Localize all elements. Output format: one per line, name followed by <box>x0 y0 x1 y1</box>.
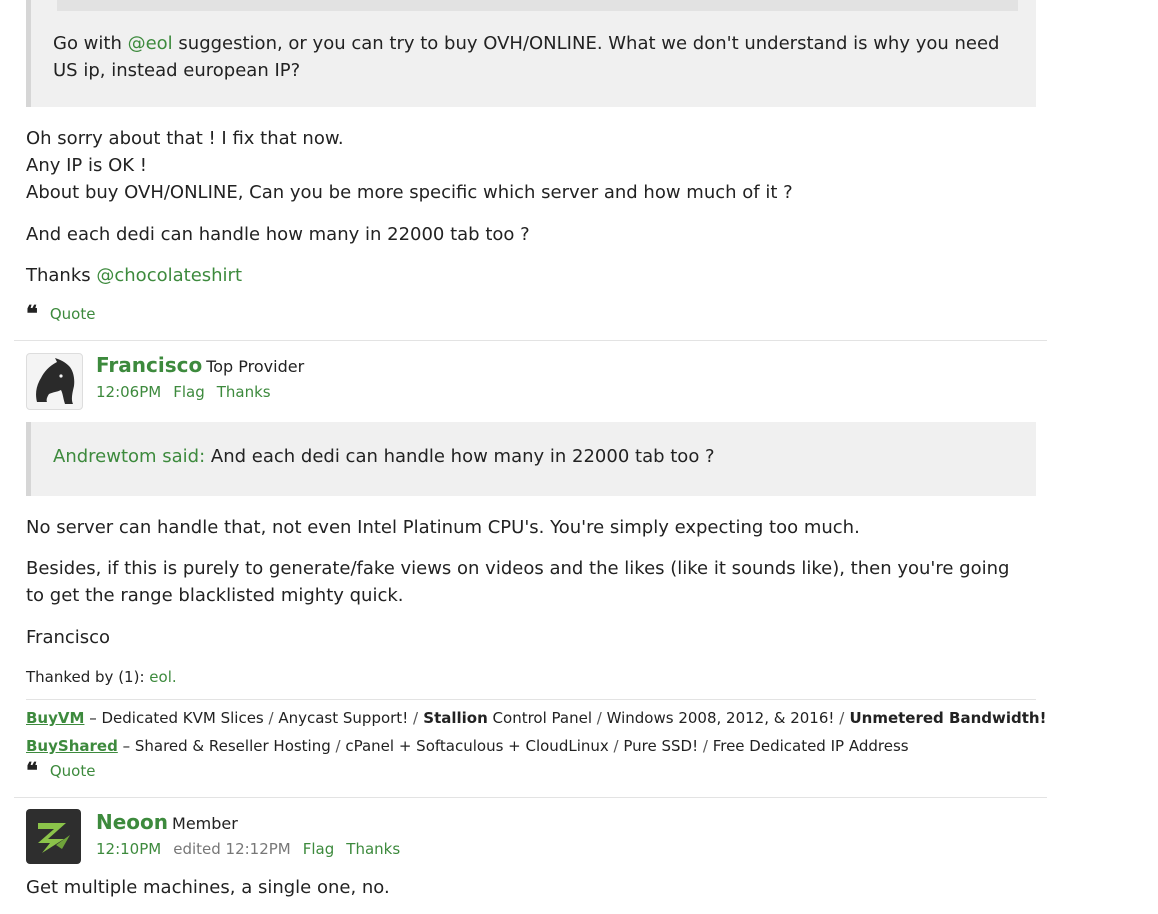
post1-quote-button[interactable]: ❝ Quote <box>26 301 96 327</box>
thanks-link[interactable]: Thanks <box>346 840 400 858</box>
post3-para-1: Get multiple machines, a single one, no. <box>26 877 390 898</box>
blockquote-andrewtom: Andrewtom said: And each dedi can handle… <box>26 422 1036 496</box>
blockquote-text: Andrewtom said: And each dedi can handle… <box>53 446 715 467</box>
author-name[interactable]: Neoon <box>96 810 168 834</box>
blockquote-top: Go with @eol suggestion, or you can try … <box>26 0 1036 107</box>
quote-icon: ❝ <box>26 301 38 327</box>
nested-quote-bar <box>57 0 1018 11</box>
signature-line-1: BuyVM – Dedicated KVM Slices / Anycast S… <box>26 709 1046 727</box>
post-time[interactable]: 12:10PM <box>96 840 161 858</box>
neoon-avatar[interactable] <box>26 809 81 864</box>
author-role: Member <box>172 814 238 833</box>
quote-icon: ❝ <box>26 758 38 784</box>
post-time[interactable]: 12:06PM <box>96 383 161 401</box>
sig-text: Anycast Support! <box>273 709 413 727</box>
thanks-prefix: Thanks <box>26 265 97 286</box>
thanked-by: Thanked by (1): eol. <box>26 664 177 691</box>
flag-link[interactable]: Flag <box>303 840 335 858</box>
quote-author-link[interactable]: Andrewtom said: <box>53 446 205 467</box>
quote-text-prefix: Go with <box>53 33 128 54</box>
sig-text: Free Dedicated IP Address <box>707 737 909 755</box>
post-divider <box>14 340 1047 341</box>
sig-bold: Stallion <box>418 709 488 727</box>
sig-text: cPanel + Softaculous + CloudLinux <box>340 737 614 755</box>
thanked-by-label: Thanked by (1): <box>26 668 145 686</box>
mention-eol[interactable]: @eol <box>128 33 173 54</box>
post2-quote-button[interactable]: ❝ Quote <box>26 758 96 784</box>
quote-text-suffix: suggestion, or you can try to buy OVH/ON… <box>53 33 1000 81</box>
sig-text: Control Panel <box>487 709 597 727</box>
quote-text: And each dedi can handle how many in 220… <box>205 446 715 467</box>
lightning-logo-icon <box>38 823 70 853</box>
post1-thanks-line: Thanks @chocolateshirt <box>26 262 242 289</box>
blockquote-text: Go with @eol suggestion, or you can try … <box>53 30 1023 84</box>
author-neoon[interactable]: Neoon Member <box>96 810 238 834</box>
author-francisco[interactable]: Francisco Top Provider <box>96 353 304 377</box>
sig-bold: Unmetered Bandwidth! <box>844 709 1047 727</box>
post1-para-2: And each dedi can handle how many in 220… <box>26 224 530 245</box>
horse-head-icon <box>36 358 75 404</box>
post1-line-3: About buy OVH/ONLINE, Can you be more sp… <box>26 182 793 203</box>
quote-label: Quote <box>49 762 96 780</box>
post2-para-2: Besides, if this is purely to generate/f… <box>26 558 1010 606</box>
francisco-avatar[interactable] <box>26 353 83 410</box>
sig-text: Windows 2008, 2012, & 2016! <box>601 709 840 727</box>
signature-divider <box>26 699 1036 700</box>
post2-meta: 12:06PM Flag Thanks <box>96 383 283 401</box>
buyshared-link[interactable]: BuyShared <box>26 737 118 755</box>
post1-line-2: Any IP is OK ! <box>26 155 147 176</box>
post1-line-1: Oh sorry about that ! I fix that now. <box>26 128 344 149</box>
flag-link[interactable]: Flag <box>173 383 205 401</box>
sig-text: – Dedicated KVM Slices <box>84 709 269 727</box>
post2-signature-name: Francisco <box>26 627 111 648</box>
post2-para-1: No server can handle that, not even Inte… <box>26 517 860 538</box>
buyvm-link[interactable]: BuyVM <box>26 709 84 727</box>
thanks-link[interactable]: Thanks <box>217 383 271 401</box>
quote-label: Quote <box>49 305 96 323</box>
author-role: Top Provider <box>206 357 305 376</box>
signature-line-2: BuyShared – Shared & Reseller Hosting / … <box>26 737 909 755</box>
author-name[interactable]: Francisco <box>96 353 202 377</box>
mention-chocolateshirt[interactable]: @chocolateshirt <box>96 265 242 286</box>
post-divider <box>14 797 1047 798</box>
post3-meta: 12:10PM edited 12:12PM Flag Thanks <box>96 840 412 858</box>
sig-text: Pure SSD! <box>618 737 703 755</box>
thanked-by-user[interactable]: eol. <box>149 668 176 686</box>
edited-time: edited 12:12PM <box>173 840 291 858</box>
sig-text: – Shared & Reseller Hosting <box>117 737 336 755</box>
